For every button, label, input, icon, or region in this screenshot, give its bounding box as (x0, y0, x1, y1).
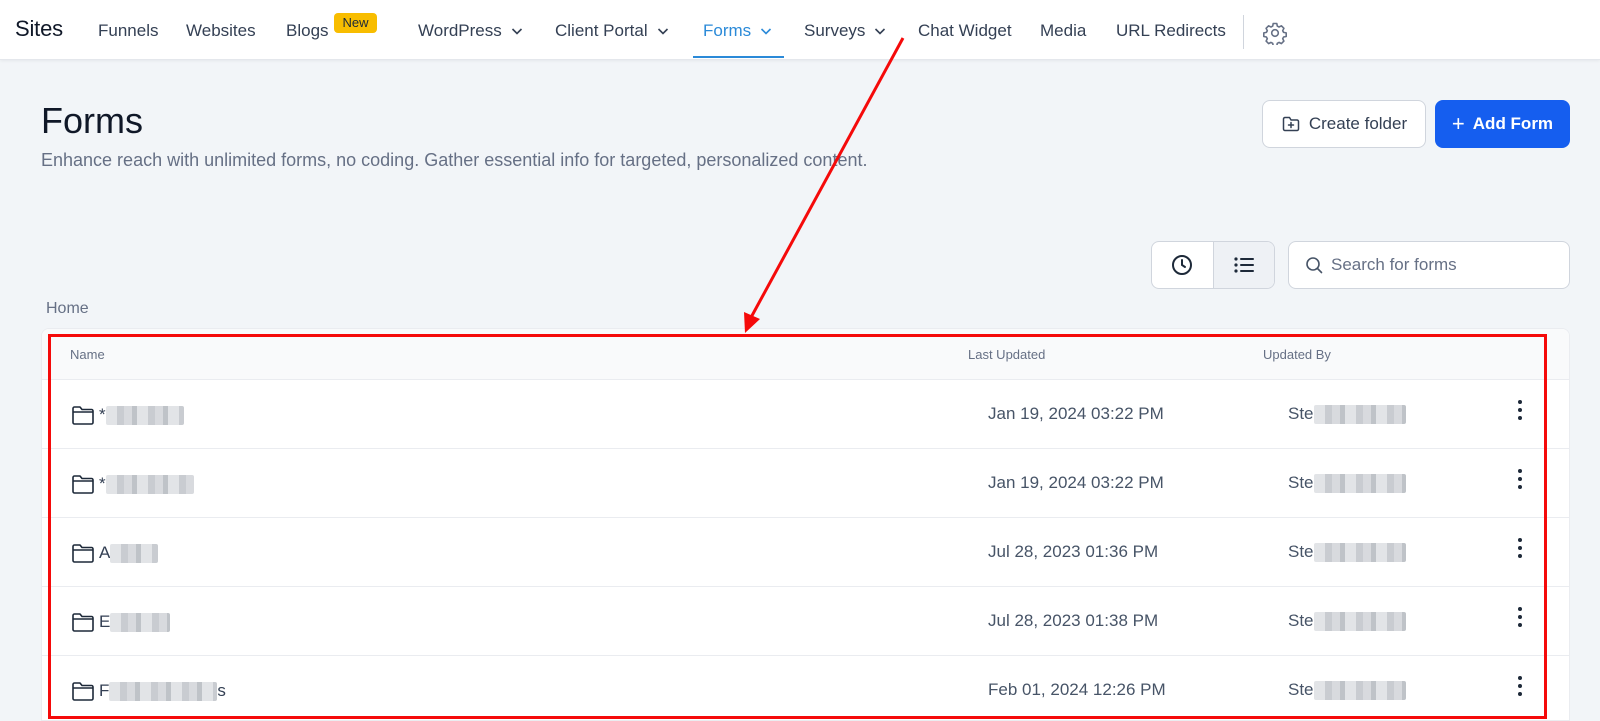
more-vertical-icon (1518, 676, 1522, 696)
redacted-text (110, 543, 159, 563)
nav-websites[interactable]: Websites (186, 21, 256, 41)
row-actions-button[interactable] (1508, 398, 1532, 426)
row-actions-button[interactable] (1508, 674, 1532, 702)
column-header-updated-by[interactable]: Updated By (1263, 347, 1331, 362)
last-updated-cell: Jul 28, 2023 01:36 PM (988, 542, 1159, 561)
last-updated-cell: Jan 19, 2024 03:22 PM (988, 473, 1164, 492)
search-input[interactable] (1331, 255, 1561, 275)
recent-view-button[interactable] (1152, 242, 1213, 288)
nav-chat-widget[interactable]: Chat Widget (918, 21, 1012, 41)
updated-by-cell: Ste (1288, 473, 1406, 493)
folder-name: A (99, 543, 111, 562)
updated-by-cell: Ste (1288, 542, 1406, 562)
view-toggle (1151, 241, 1275, 289)
row-actions-button[interactable] (1508, 467, 1532, 495)
more-vertical-icon (1518, 400, 1522, 420)
table-row[interactable]: E Jul 28, 2023 01:38 PM Ste (42, 587, 1569, 656)
folder-name-end: s (217, 681, 226, 700)
folder-name: * (99, 405, 106, 424)
chevron-down-icon (761, 28, 772, 35)
page-title: Forms (41, 100, 143, 141)
list-view-button[interactable] (1212, 242, 1274, 288)
brand-title: Sites (15, 16, 63, 41)
more-vertical-icon (1518, 538, 1522, 558)
folder-plus-icon (1282, 116, 1300, 132)
search-icon (1306, 257, 1323, 274)
column-header-last-updated[interactable]: Last Updated (968, 347, 1045, 362)
more-vertical-icon (1518, 469, 1522, 489)
nav-surveys[interactable]: Surveys (804, 21, 886, 41)
new-badge: New (334, 13, 377, 33)
clock-icon (1172, 255, 1193, 275)
plus-icon: + (1451, 111, 1465, 136)
column-header-name[interactable]: Name (70, 347, 105, 362)
nav-funnels[interactable]: Funnels (98, 21, 158, 41)
updated-by-cell: Ste (1288, 404, 1406, 424)
list-icon (1234, 257, 1254, 273)
row-actions-button[interactable] (1508, 536, 1532, 564)
redacted-text (1313, 404, 1406, 424)
chevron-down-icon (657, 28, 668, 35)
search-box (1288, 241, 1570, 289)
nav-wordpress[interactable]: WordPress (418, 21, 523, 41)
folder-icon (72, 544, 94, 563)
nav-media[interactable]: Media (1040, 21, 1086, 41)
row-actions-button[interactable] (1508, 605, 1532, 633)
updated-by-cell: Ste (1288, 680, 1406, 700)
breadcrumb[interactable]: Home (46, 300, 89, 318)
redacted-text (1313, 611, 1406, 631)
updated-by-cell: Ste (1288, 611, 1406, 631)
folder-name-cell[interactable]: F s (71, 680, 226, 702)
table-header: Name Last Updated Updated By (42, 329, 1569, 380)
nav-client-portal[interactable]: Client Portal (555, 21, 669, 41)
chevron-down-icon (875, 28, 886, 35)
folder-name-cell[interactable]: * (71, 473, 194, 495)
folder-icon (72, 613, 94, 632)
last-updated-cell: Jan 19, 2024 03:22 PM (988, 404, 1164, 423)
nav-blogs[interactable]: Blogs (286, 21, 329, 41)
redacted-text (110, 612, 171, 632)
nav-url-redirects[interactable]: URL Redirects (1116, 21, 1226, 41)
folder-name-cell[interactable]: E (71, 611, 171, 633)
folder-name-cell[interactable]: * (71, 404, 184, 426)
chevron-down-icon (511, 28, 522, 35)
table-row[interactable]: A Jul 28, 2023 01:36 PM Ste (42, 518, 1569, 587)
redacted-text (1313, 542, 1406, 562)
create-folder-button[interactable]: Create folder (1262, 100, 1426, 148)
folder-name: F (99, 681, 110, 700)
table-row[interactable]: * Jan 19, 2024 03:22 PM Ste (42, 449, 1569, 518)
redacted-text (105, 474, 194, 494)
redacted-text (1313, 473, 1406, 493)
table-row[interactable]: * Jan 19, 2024 03:22 PM Ste (42, 380, 1569, 449)
table-row[interactable]: F s Feb 01, 2024 12:26 PM Ste (42, 656, 1569, 720)
forms-table: Name Last Updated Updated By * Jan 19, 2… (41, 328, 1570, 721)
redacted-text (1313, 680, 1406, 700)
folder-name: E (99, 612, 111, 631)
nav-forms[interactable]: Forms (703, 21, 772, 41)
last-updated-cell: Jul 28, 2023 01:38 PM (988, 611, 1159, 630)
folder-icon (72, 682, 94, 701)
folder-icon (72, 475, 94, 494)
more-vertical-icon (1518, 607, 1522, 627)
last-updated-cell: Feb 01, 2024 12:26 PM (988, 680, 1166, 699)
add-form-button[interactable]: + Add Form (1435, 100, 1570, 148)
folder-icon (72, 406, 94, 425)
folder-name: * (99, 474, 106, 493)
gear-icon[interactable] (1263, 21, 1287, 45)
page-description: Enhance reach with unlimited forms, no c… (41, 150, 868, 170)
redacted-text (109, 681, 218, 701)
active-tab-indicator (693, 56, 784, 58)
nav-divider (1243, 15, 1244, 49)
top-nav: Sites Funnels Websites Blogs New WordPre… (0, 0, 1600, 60)
redacted-text (105, 405, 184, 425)
folder-name-cell[interactable]: A (71, 542, 159, 564)
